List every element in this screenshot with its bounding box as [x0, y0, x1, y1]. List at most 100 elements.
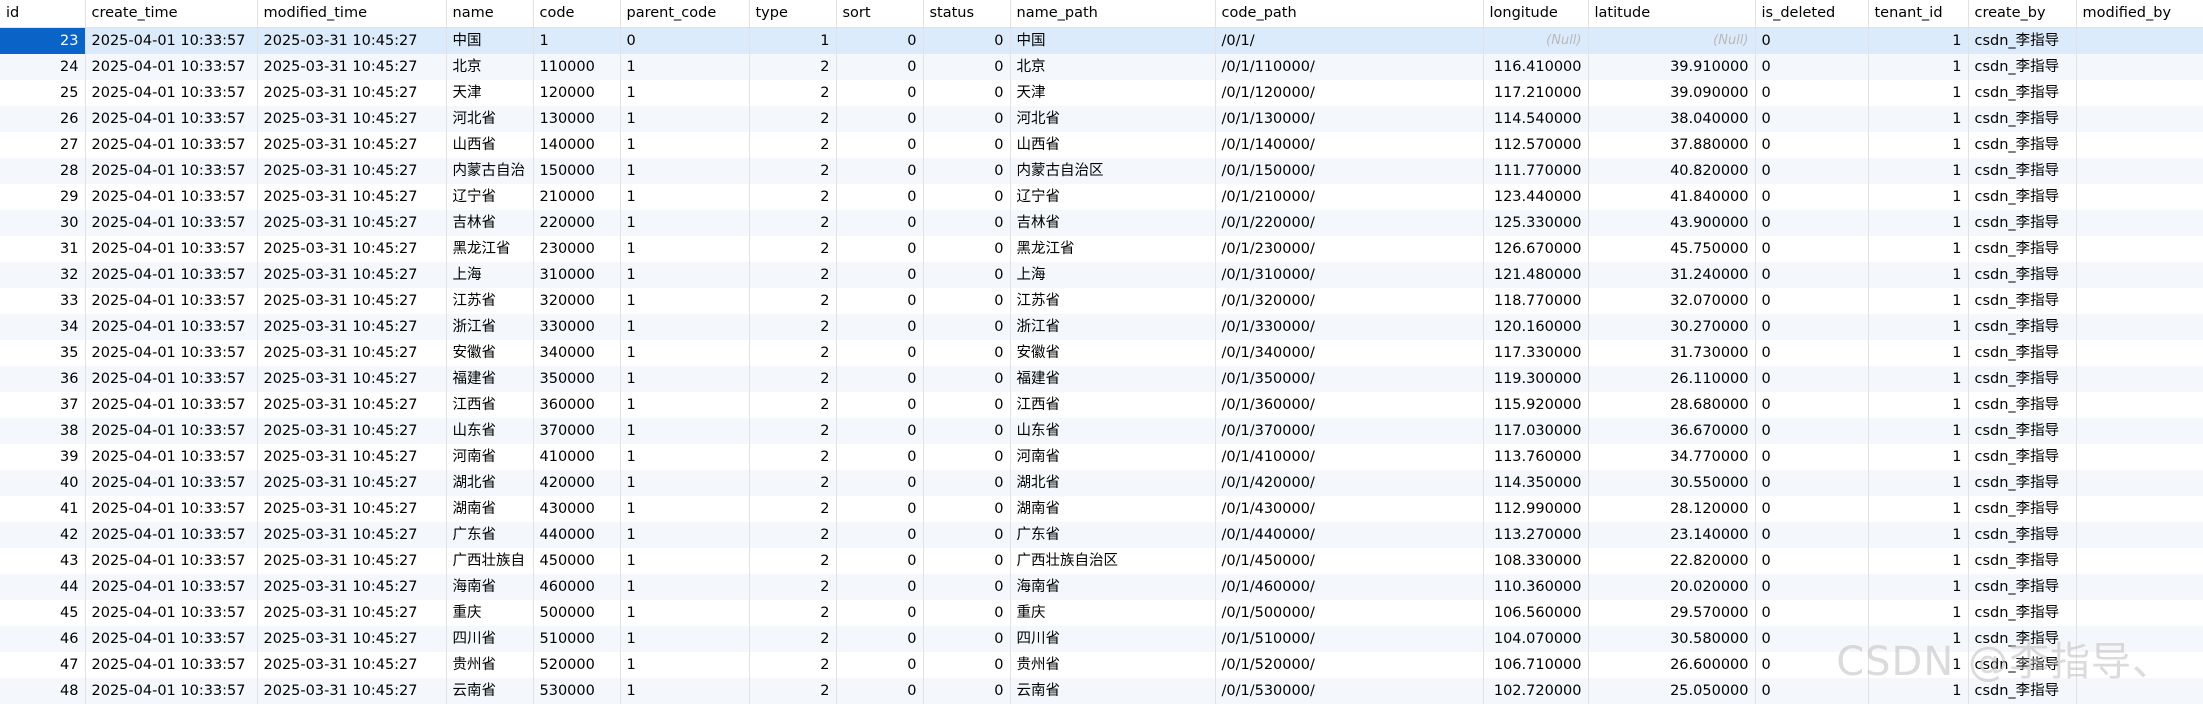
- cell-tenant-id[interactable]: 1: [1868, 288, 1968, 314]
- cell-code-path[interactable]: /0/1/130000/: [1215, 106, 1483, 132]
- cell-parent-code[interactable]: 1: [620, 470, 749, 496]
- cell-tenant-id[interactable]: 1: [1868, 236, 1968, 262]
- cell-sort[interactable]: 0: [836, 28, 923, 55]
- cell-parent-code[interactable]: 1: [620, 418, 749, 444]
- cell-modified-time[interactable]: 2025-03-31 10:45:27: [257, 548, 446, 574]
- cell-type[interactable]: 1: [749, 28, 836, 55]
- cell-create-time[interactable]: 2025-04-01 10:33:57: [85, 678, 257, 704]
- cell-create-by[interactable]: csdn_李指导: [1968, 236, 2076, 262]
- cell-sort[interactable]: 0: [836, 158, 923, 184]
- table-row[interactable]: 292025-04-01 10:33:572025-03-31 10:45:27…: [0, 184, 2203, 210]
- cell-name-path[interactable]: 海南省: [1010, 574, 1215, 600]
- cell-is-deleted[interactable]: 0: [1755, 600, 1868, 626]
- cell-code[interactable]: 150000: [533, 158, 620, 184]
- cell-create-by[interactable]: csdn_李指导: [1968, 600, 2076, 626]
- cell-modified-time[interactable]: 2025-03-31 10:45:27: [257, 132, 446, 158]
- cell-create-time[interactable]: 2025-04-01 10:33:57: [85, 158, 257, 184]
- cell-latitude[interactable]: 29.570000: [1588, 600, 1755, 626]
- cell-create-by[interactable]: csdn_李指导: [1968, 158, 2076, 184]
- cell-modified-time[interactable]: 2025-03-31 10:45:27: [257, 210, 446, 236]
- cell-status[interactable]: 0: [923, 392, 1010, 418]
- cell-status[interactable]: 0: [923, 418, 1010, 444]
- cell-modified-by[interactable]: [2076, 626, 2203, 652]
- cell-create-time[interactable]: 2025-04-01 10:33:57: [85, 314, 257, 340]
- cell-longitude[interactable]: 102.720000: [1483, 678, 1588, 704]
- cell-type[interactable]: 2: [749, 106, 836, 132]
- cell-create-by[interactable]: csdn_李指导: [1968, 340, 2076, 366]
- cell-tenant-id[interactable]: 1: [1868, 496, 1968, 522]
- cell-code-path[interactable]: /0/1/150000/: [1215, 158, 1483, 184]
- cell-tenant-id[interactable]: 1: [1868, 340, 1968, 366]
- cell-parent-code[interactable]: 1: [620, 600, 749, 626]
- cell-modified-by[interactable]: [2076, 132, 2203, 158]
- cell-name[interactable]: 山西省: [446, 132, 533, 158]
- cell-id[interactable]: 24: [0, 54, 85, 80]
- cell-tenant-id[interactable]: 1: [1868, 678, 1968, 704]
- cell-is-deleted[interactable]: 0: [1755, 366, 1868, 392]
- cell-type[interactable]: 2: [749, 80, 836, 106]
- cell-parent-code[interactable]: 1: [620, 366, 749, 392]
- cell-longitude[interactable]: 125.330000: [1483, 210, 1588, 236]
- cell-create-time[interactable]: 2025-04-01 10:33:57: [85, 106, 257, 132]
- cell-modified-by[interactable]: [2076, 340, 2203, 366]
- cell-parent-code[interactable]: 1: [620, 496, 749, 522]
- cell-code-path[interactable]: /0/1/340000/: [1215, 340, 1483, 366]
- cell-parent-code[interactable]: 1: [620, 184, 749, 210]
- cell-name-path[interactable]: 北京: [1010, 54, 1215, 80]
- cell-modified-by[interactable]: [2076, 522, 2203, 548]
- cell-create-by[interactable]: csdn_李指导: [1968, 28, 2076, 55]
- cell-create-time[interactable]: 2025-04-01 10:33:57: [85, 210, 257, 236]
- column-header-code[interactable]: code: [533, 0, 620, 28]
- cell-is-deleted[interactable]: 0: [1755, 392, 1868, 418]
- cell-create-time[interactable]: 2025-04-01 10:33:57: [85, 54, 257, 80]
- cell-type[interactable]: 2: [749, 158, 836, 184]
- cell-id[interactable]: 29: [0, 184, 85, 210]
- cell-code-path[interactable]: /0/1/420000/: [1215, 470, 1483, 496]
- cell-parent-code[interactable]: 1: [620, 288, 749, 314]
- cell-name-path[interactable]: 安徽省: [1010, 340, 1215, 366]
- cell-modified-by[interactable]: [2076, 496, 2203, 522]
- cell-id[interactable]: 26: [0, 106, 85, 132]
- cell-create-time[interactable]: 2025-04-01 10:33:57: [85, 522, 257, 548]
- table-row[interactable]: 362025-04-01 10:33:572025-03-31 10:45:27…: [0, 366, 2203, 392]
- cell-code-path[interactable]: /0/1/140000/: [1215, 132, 1483, 158]
- cell-id[interactable]: 40: [0, 470, 85, 496]
- column-header-is-deleted[interactable]: is_deleted: [1755, 0, 1868, 28]
- cell-status[interactable]: 0: [923, 496, 1010, 522]
- cell-parent-code[interactable]: 1: [620, 236, 749, 262]
- cell-is-deleted[interactable]: 0: [1755, 340, 1868, 366]
- column-header-parent-code[interactable]: parent_code: [620, 0, 749, 28]
- cell-modified-by[interactable]: [2076, 210, 2203, 236]
- cell-modified-by[interactable]: [2076, 184, 2203, 210]
- cell-latitude[interactable]: 31.730000: [1588, 340, 1755, 366]
- cell-sort[interactable]: 0: [836, 288, 923, 314]
- cell-code[interactable]: 140000: [533, 132, 620, 158]
- table-row[interactable]: 242025-04-01 10:33:572025-03-31 10:45:27…: [0, 54, 2203, 80]
- cell-id[interactable]: 27: [0, 132, 85, 158]
- cell-status[interactable]: 0: [923, 210, 1010, 236]
- cell-longitude[interactable]: 116.410000: [1483, 54, 1588, 80]
- cell-modified-time[interactable]: 2025-03-31 10:45:27: [257, 288, 446, 314]
- column-header-create-time[interactable]: create_time: [85, 0, 257, 28]
- cell-name[interactable]: 安徽省: [446, 340, 533, 366]
- cell-code[interactable]: 530000: [533, 678, 620, 704]
- table-row[interactable]: 262025-04-01 10:33:572025-03-31 10:45:27…: [0, 106, 2203, 132]
- cell-type[interactable]: 2: [749, 184, 836, 210]
- cell-id[interactable]: 33: [0, 288, 85, 314]
- cell-name[interactable]: 广西壮族自: [446, 548, 533, 574]
- cell-id[interactable]: 48: [0, 678, 85, 704]
- cell-create-by[interactable]: csdn_李指导: [1968, 132, 2076, 158]
- cell-code[interactable]: 350000: [533, 366, 620, 392]
- cell-modified-by[interactable]: [2076, 28, 2203, 55]
- cell-name[interactable]: 内蒙古自治: [446, 158, 533, 184]
- cell-sort[interactable]: 0: [836, 80, 923, 106]
- cell-code-path[interactable]: /0/1/230000/: [1215, 236, 1483, 262]
- cell-name-path[interactable]: 福建省: [1010, 366, 1215, 392]
- cell-type[interactable]: 2: [749, 210, 836, 236]
- cell-latitude[interactable]: 28.120000: [1588, 496, 1755, 522]
- cell-status[interactable]: 0: [923, 678, 1010, 704]
- cell-name-path[interactable]: 重庆: [1010, 600, 1215, 626]
- cell-code[interactable]: 430000: [533, 496, 620, 522]
- cell-parent-code[interactable]: 1: [620, 678, 749, 704]
- cell-create-by[interactable]: csdn_李指导: [1968, 626, 2076, 652]
